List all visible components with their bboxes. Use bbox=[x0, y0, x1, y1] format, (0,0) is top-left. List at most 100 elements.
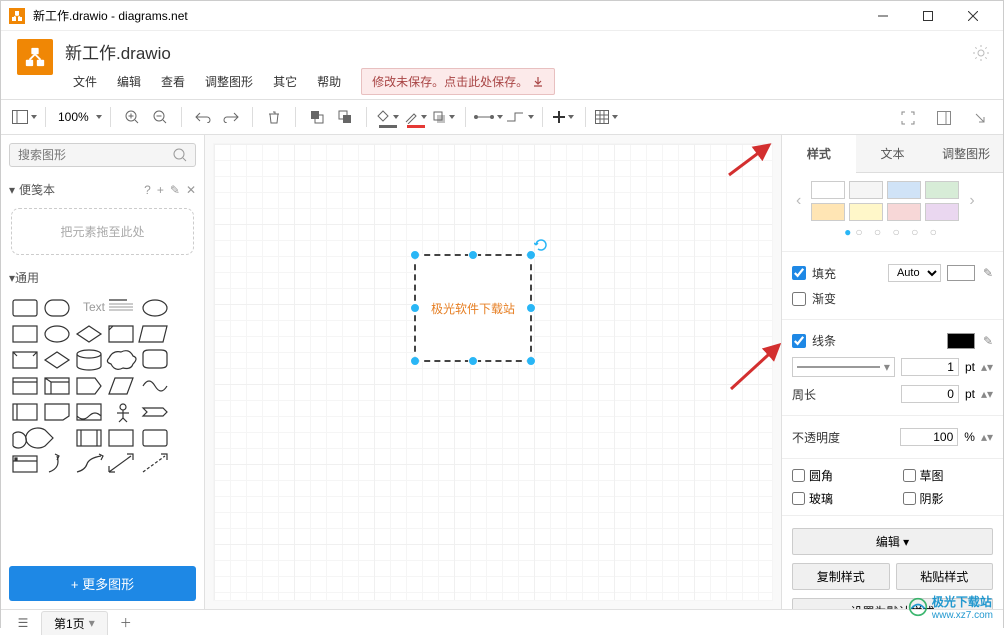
stepper-icon[interactable]: ▴▾ bbox=[981, 430, 993, 444]
swatch[interactable] bbox=[811, 203, 845, 221]
perimeter-label: 周长 bbox=[792, 386, 895, 403]
fullscreen-button[interactable] bbox=[895, 105, 921, 131]
canvas-area[interactable]: 极光软件下载站 bbox=[205, 135, 781, 609]
opacity-input[interactable] bbox=[900, 428, 958, 446]
fill-mode-select[interactable]: Auto bbox=[888, 264, 941, 282]
view-mode-button[interactable] bbox=[11, 104, 37, 130]
stepper-icon[interactable]: ▴▾ bbox=[981, 387, 993, 401]
menu-extras[interactable]: 其它 bbox=[265, 69, 305, 94]
brightness-icon[interactable] bbox=[973, 45, 989, 64]
shadow-button[interactable] bbox=[431, 104, 457, 130]
rounded-checkbox[interactable] bbox=[792, 469, 805, 482]
line-color-chip[interactable] bbox=[947, 333, 975, 349]
resize-handle-br[interactable] bbox=[526, 356, 536, 366]
page-tab-1[interactable]: 第1页▾ bbox=[41, 611, 108, 635]
menu-help[interactable]: 帮助 bbox=[309, 69, 349, 94]
waypoints-button[interactable] bbox=[505, 104, 534, 130]
canvas-grid[interactable]: 极光软件下载站 bbox=[213, 143, 773, 601]
scratchpad-add-icon[interactable]: + bbox=[157, 183, 164, 197]
edit-pen-icon[interactable]: ✎ bbox=[983, 266, 993, 280]
selected-shape[interactable]: 极光软件下载站 bbox=[414, 254, 532, 362]
to-front-button[interactable] bbox=[304, 104, 330, 130]
line-style-select[interactable]: ▾ bbox=[792, 357, 895, 377]
swatch[interactable] bbox=[887, 203, 921, 221]
search-input[interactable] bbox=[18, 148, 173, 162]
stepper-icon[interactable]: ▴▾ bbox=[981, 360, 993, 374]
window-close-button[interactable] bbox=[950, 1, 995, 31]
resize-handle-mr[interactable] bbox=[526, 303, 536, 313]
tab-style[interactable]: 样式 bbox=[782, 135, 856, 173]
more-shapes-button[interactable]: + 更多图形 bbox=[9, 566, 196, 601]
glass-checkbox[interactable] bbox=[792, 492, 805, 505]
sketch-checkbox[interactable] bbox=[903, 469, 916, 482]
table-button[interactable] bbox=[594, 104, 620, 130]
set-default-style-button[interactable]: 设置为默认样式 bbox=[792, 598, 993, 609]
connection-button[interactable] bbox=[474, 104, 503, 130]
resize-handle-bm[interactable] bbox=[468, 356, 478, 366]
zoom-out-button[interactable] bbox=[147, 104, 173, 130]
app-logo bbox=[17, 39, 53, 75]
resize-handle-ml[interactable] bbox=[410, 303, 420, 313]
menu-file[interactable]: 文件 bbox=[65, 69, 105, 94]
shapes-palette[interactable]: Text bbox=[1, 292, 204, 558]
swatch[interactable] bbox=[811, 181, 845, 199]
expand-icon[interactable] bbox=[967, 105, 993, 131]
resize-handle-tl[interactable] bbox=[410, 250, 420, 260]
tab-arrange[interactable]: 调整图形 bbox=[929, 135, 1003, 173]
palette-dots: ●○ ○ ○ ○ ○ bbox=[792, 221, 993, 243]
line-checkbox[interactable] bbox=[792, 334, 806, 348]
paste-style-button[interactable]: 粘贴样式 bbox=[896, 563, 994, 590]
resize-handle-bl[interactable] bbox=[410, 356, 420, 366]
gradient-checkbox[interactable] bbox=[792, 292, 806, 306]
swatch[interactable] bbox=[849, 181, 883, 199]
swatch[interactable] bbox=[887, 181, 921, 199]
fill-label: 填充 bbox=[812, 265, 882, 282]
scratchpad-close-icon[interactable]: ✕ bbox=[186, 183, 196, 197]
menu-edit[interactable]: 编辑 bbox=[109, 69, 149, 94]
menubar: 文件 编辑 查看 调整图形 其它 帮助 修改未保存。点击此处保存。 bbox=[65, 68, 987, 95]
delete-button[interactable] bbox=[261, 104, 287, 130]
fill-color-chip[interactable] bbox=[947, 265, 975, 281]
shadow-checkbox[interactable] bbox=[903, 492, 916, 505]
resize-handle-tm[interactable] bbox=[468, 250, 478, 260]
line-color-button[interactable] bbox=[403, 104, 429, 130]
rotate-handle[interactable] bbox=[534, 238, 548, 252]
scratchpad-edit-icon[interactable]: ✎ bbox=[170, 183, 180, 197]
fill-checkbox[interactable] bbox=[792, 266, 806, 280]
scratchpad-header[interactable]: ▾ 便笺本 ? + ✎ ✕ bbox=[1, 175, 204, 204]
to-back-button[interactable] bbox=[332, 104, 358, 130]
insert-button[interactable] bbox=[551, 104, 577, 130]
menu-view[interactable]: 查看 bbox=[153, 69, 193, 94]
zoom-level[interactable]: 100% bbox=[54, 104, 102, 130]
tab-text[interactable]: 文本 bbox=[856, 135, 930, 173]
gradient-label: 渐变 bbox=[812, 290, 993, 307]
document-title[interactable]: 新工作.drawio bbox=[65, 39, 987, 64]
menu-arrange[interactable]: 调整图形 bbox=[197, 69, 261, 94]
scratchpad-dropzone[interactable]: 把元素拖至此处 bbox=[11, 208, 194, 255]
format-panel-button[interactable] bbox=[931, 105, 957, 131]
swatch[interactable] bbox=[925, 203, 959, 221]
scratchpad-help-icon[interactable]: ? bbox=[144, 183, 151, 197]
general-shapes-header[interactable]: ▾ 通用 bbox=[1, 263, 204, 292]
window-maximize-button[interactable] bbox=[905, 1, 950, 31]
fill-color-button[interactable] bbox=[375, 104, 401, 130]
window-minimize-button[interactable] bbox=[860, 1, 905, 31]
redo-button[interactable] bbox=[218, 104, 244, 130]
edit-pen-icon[interactable]: ✎ bbox=[983, 334, 993, 348]
zoom-in-button[interactable] bbox=[119, 104, 145, 130]
copy-style-button[interactable]: 复制样式 bbox=[792, 563, 890, 590]
palette-prev-icon[interactable]: ‹ bbox=[792, 192, 805, 210]
window-titlebar: 新工作.drawio - diagrams.net bbox=[1, 1, 1003, 31]
undo-button[interactable] bbox=[190, 104, 216, 130]
palette-next-icon[interactable]: › bbox=[965, 192, 978, 210]
search-shapes-box[interactable] bbox=[9, 143, 196, 167]
line-width-input[interactable] bbox=[901, 358, 959, 376]
perimeter-input[interactable] bbox=[901, 385, 959, 403]
unsaved-warning[interactable]: 修改未保存。点击此处保存。 bbox=[361, 68, 555, 95]
swatch[interactable] bbox=[925, 181, 959, 199]
swatch[interactable] bbox=[849, 203, 883, 221]
pages-menu-button[interactable]: ☰ bbox=[9, 612, 37, 634]
edit-style-button[interactable]: 编辑 ▾ bbox=[792, 528, 993, 555]
line-label: 线条 bbox=[812, 332, 941, 349]
add-page-button[interactable]: ＋ bbox=[112, 612, 140, 634]
